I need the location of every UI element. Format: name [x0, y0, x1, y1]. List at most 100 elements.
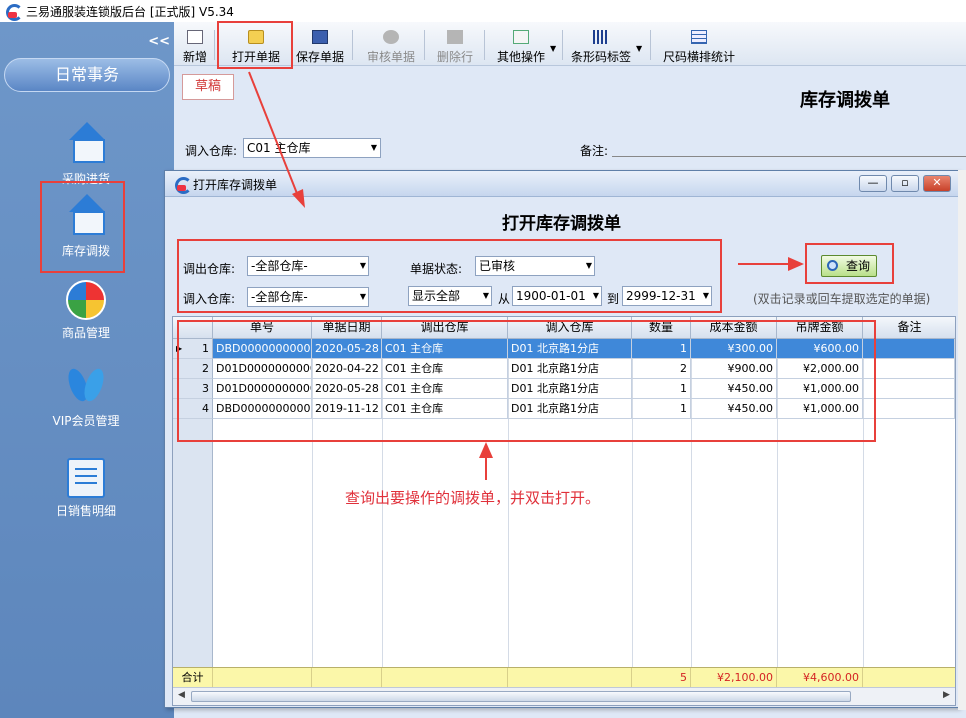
horizontal-scrollbar[interactable]: ◀ ▶	[173, 687, 955, 705]
main-vertical-scrollbar[interactable]	[958, 170, 966, 710]
cell-doc-no[interactable]: D01D000000000002	[213, 359, 312, 379]
cell-remark[interactable]	[863, 399, 955, 419]
cell-tag-amount[interactable]: ¥1,000.00	[777, 379, 863, 399]
in-warehouse-filter-value: -全部仓库-	[251, 290, 308, 304]
row-header-corner	[173, 317, 213, 339]
cell-tag-amount[interactable]: ¥600.00	[777, 339, 863, 359]
column-header[interactable]: 调入仓库	[508, 317, 632, 339]
close-button[interactable]: ✕	[923, 175, 951, 192]
app-title: 三易通服装连锁版后台 [正式版] V5.34	[26, 4, 234, 19]
out-warehouse-select[interactable]: -全部仓库- ▼	[247, 256, 369, 276]
size-stats-button[interactable]: 尺码横排统计	[662, 24, 736, 64]
from-date-picker[interactable]: 1900-01-01 ▼	[512, 286, 602, 306]
row-number: 4	[173, 399, 213, 419]
maximize-button[interactable]: ▫	[891, 175, 919, 192]
cell-doc-no[interactable]: D01D000000000001	[213, 379, 312, 399]
highlight-open-button	[217, 21, 293, 69]
page-title: 库存调拨单	[800, 90, 890, 111]
collapse-sidebar-button[interactable]: <<	[148, 34, 170, 49]
scroll-left-icon[interactable]: ◀	[178, 690, 185, 700]
cell-out-wh[interactable]: C01 主仓库	[382, 359, 508, 379]
column-header[interactable]: 单据日期	[312, 317, 382, 339]
row-number: ▶ 1	[173, 339, 213, 359]
display-filter-select[interactable]: 显示全部 ▼	[408, 286, 492, 306]
barcode-label-button[interactable]: 条形码标签	[570, 24, 632, 64]
new-doc-icon	[187, 30, 203, 44]
cell-in-wh[interactable]: D01 北京路1分店	[508, 339, 632, 359]
cell-date[interactable]: 2019-11-12	[312, 399, 382, 419]
highlight-stock-transfer	[40, 181, 125, 273]
cell-qty[interactable]: 2	[632, 359, 691, 379]
app-title-bar: 三易通服装连锁版后台 [正式版] V5.34	[0, 0, 966, 22]
cell-remark[interactable]	[863, 339, 955, 359]
cell-cost[interactable]: ¥900.00	[691, 359, 777, 379]
cell-tag-amount[interactable]: ¥1,000.00	[777, 399, 863, 419]
cell-date[interactable]: 2020-05-28	[312, 379, 382, 399]
cell-out-wh[interactable]: C01 主仓库	[382, 399, 508, 419]
chevron-down-icon[interactable]: ▼	[550, 44, 556, 53]
draft-status-button[interactable]: 草稿	[182, 74, 234, 100]
cell-remark[interactable]	[863, 379, 955, 399]
in-warehouse-label: 调入仓库:	[185, 144, 238, 158]
cell-date[interactable]: 2020-04-22	[312, 359, 382, 379]
barcode-icon	[593, 30, 609, 44]
doc-status-value: 已审核	[479, 259, 516, 273]
cell-out-wh[interactable]: C01 主仓库	[382, 379, 508, 399]
remark-field[interactable]	[612, 156, 966, 157]
cell-doc-no[interactable]: DBD000000000002	[213, 339, 312, 359]
save-document-button[interactable]: 保存单据	[296, 24, 344, 64]
chevron-down-icon: ▼	[370, 143, 377, 152]
in-warehouse-select[interactable]: C01 主仓库 ▼	[243, 138, 381, 158]
other-button-label: 其他操作	[496, 50, 545, 64]
column-header[interactable]: 成本金额	[691, 317, 777, 339]
query-button[interactable]: 查询	[821, 255, 877, 277]
cell-cost[interactable]: ¥450.00	[691, 379, 777, 399]
cell-doc-no[interactable]: DBD000000000001	[213, 399, 312, 419]
in-warehouse-value: C01 主仓库	[247, 141, 311, 155]
cell-tag-amount[interactable]: ¥2,000.00	[777, 359, 863, 379]
sidebar-header[interactable]: 日常事务	[4, 58, 170, 92]
audit-document-button[interactable]: 审核单据	[366, 24, 416, 64]
cell-out-wh[interactable]: C01 主仓库	[382, 339, 508, 359]
sidebar-item-goods[interactable]: 商品管理	[40, 280, 132, 341]
cell-qty[interactable]: 1	[632, 339, 691, 359]
row-index: 1	[202, 342, 209, 355]
to-date-picker[interactable]: 2999-12-31 ▼	[622, 286, 712, 306]
in-warehouse-filter-select[interactable]: -全部仓库- ▼	[247, 287, 369, 307]
in-warehouse-filter-label: 调入仓库:	[183, 292, 236, 306]
dialog-app-icon	[173, 176, 192, 194]
column-header[interactable]: 数量	[632, 317, 691, 339]
cell-remark[interactable]	[863, 359, 955, 379]
from-date-value: 1900-01-01	[516, 289, 586, 303]
new-button[interactable]: 新增	[182, 24, 208, 64]
cell-qty[interactable]: 1	[632, 399, 691, 419]
toolbar-separator	[424, 30, 425, 60]
cell-qty[interactable]: 1	[632, 379, 691, 399]
cell-in-wh[interactable]: D01 北京路1分店	[508, 399, 632, 419]
column-header[interactable]: 单号	[213, 317, 312, 339]
column-header[interactable]: 吊牌金额	[777, 317, 863, 339]
delete-row-icon	[447, 30, 463, 44]
other-operations-button[interactable]: 其他操作	[496, 24, 546, 64]
cell-in-wh[interactable]: D01 北京路1分店	[508, 359, 632, 379]
sidebar-item-purchase[interactable]: 采购进货	[40, 122, 132, 187]
minimize-button[interactable]: —	[859, 175, 887, 192]
chevron-down-icon[interactable]: ▼	[636, 44, 642, 53]
dialog-heading: 打开库存调拨单	[502, 214, 621, 234]
doc-status-select[interactable]: 已审核 ▼	[475, 256, 595, 276]
cell-cost[interactable]: ¥450.00	[691, 399, 777, 419]
column-header[interactable]: 备注	[863, 317, 955, 339]
totals-row: 合计 5 ¥2,100.00 ¥4,600.00	[173, 667, 955, 688]
scrollbar-thumb[interactable]	[191, 691, 851, 702]
cell-cost[interactable]: ¥300.00	[691, 339, 777, 359]
totals-empty	[312, 668, 382, 688]
cell-date[interactable]: 2020-05-28	[312, 339, 382, 359]
scroll-right-icon[interactable]: ▶	[943, 690, 950, 700]
toolbar-separator	[484, 30, 485, 60]
cell-in-wh[interactable]: D01 北京路1分店	[508, 379, 632, 399]
from-label: 从	[498, 292, 511, 306]
delete-row-button[interactable]: 删除行	[436, 24, 474, 64]
sidebar-item-daily-sales[interactable]: 日销售明细	[40, 458, 132, 519]
sidebar-item-vip[interactable]: VIP会员管理	[40, 368, 132, 429]
column-header[interactable]: 调出仓库	[382, 317, 508, 339]
